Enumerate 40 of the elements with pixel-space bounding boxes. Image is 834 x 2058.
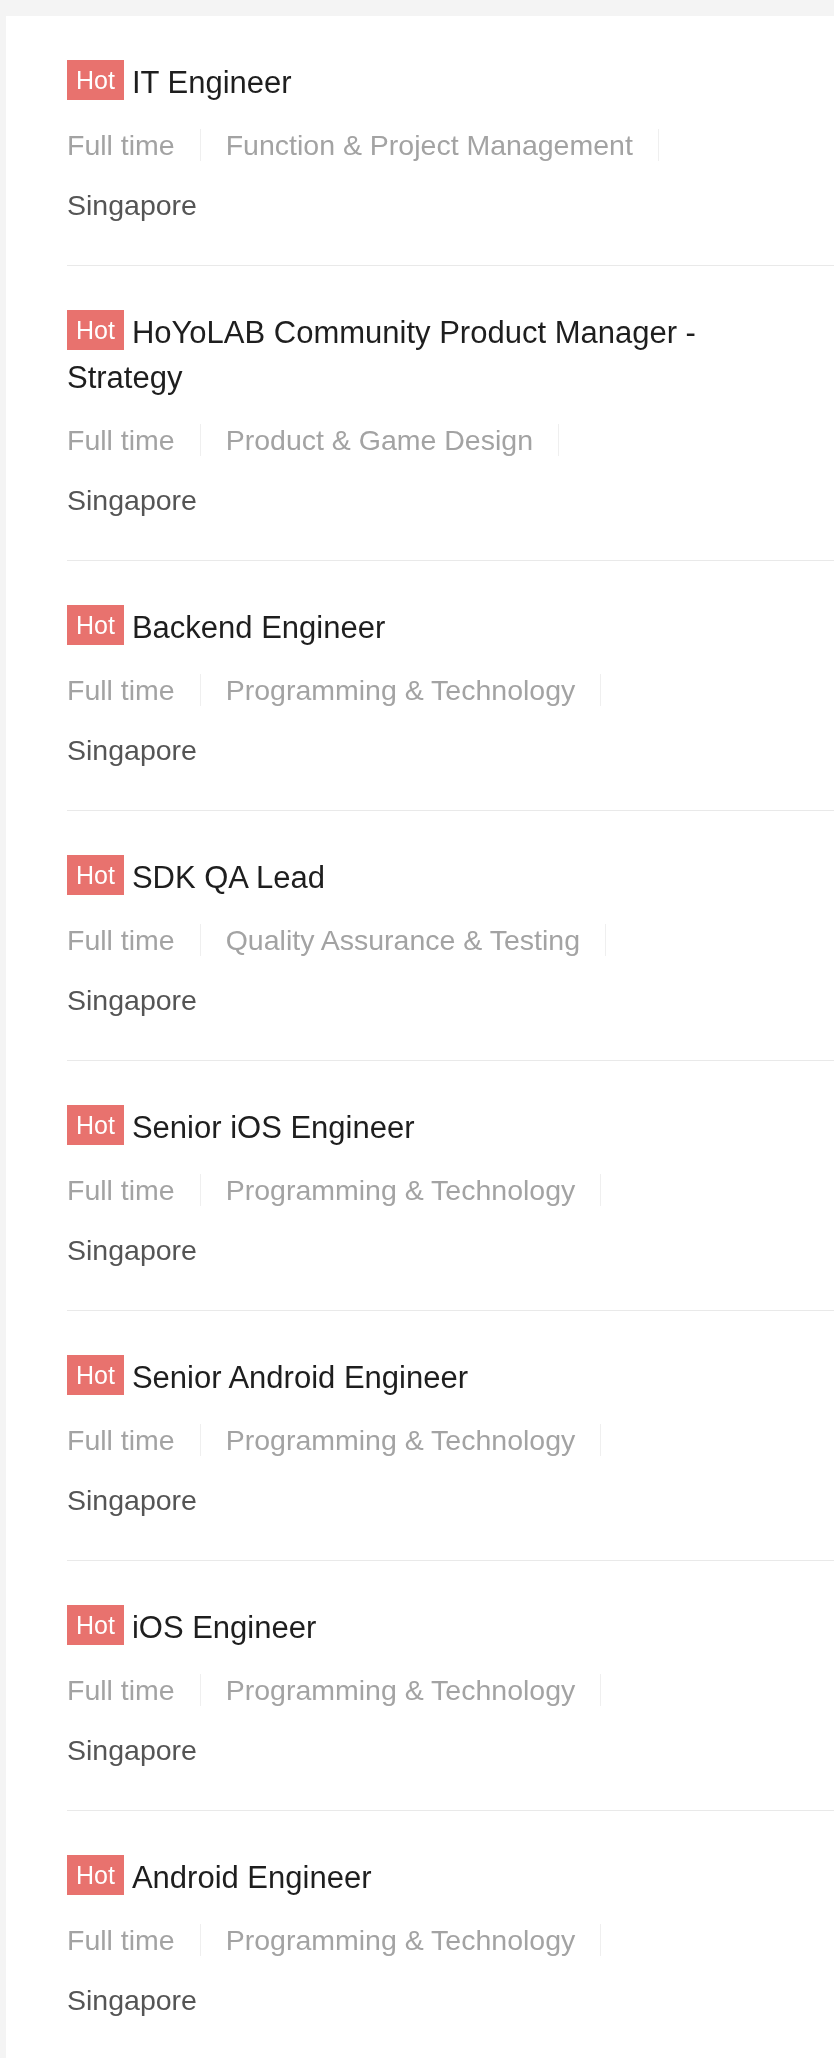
job-location-label: Singapore: [67, 1234, 197, 1266]
job-location-label: Singapore: [67, 734, 197, 766]
job-category-label: Programming & Technology: [225, 1923, 576, 1958]
job-location-label: Singapore: [67, 189, 197, 221]
hot-badge: Hot: [67, 855, 124, 895]
employment-type-label: Full time: [67, 128, 175, 163]
employment-type-label: Full time: [67, 423, 175, 458]
employment-type-label: Full time: [67, 1923, 175, 1958]
job-title[interactable]: Hot Senior Android Engineer: [67, 1355, 468, 1400]
employment-type-label: Full time: [67, 673, 175, 708]
hot-badge: Hot: [67, 60, 124, 100]
employment-type-label: Full time: [67, 1423, 175, 1458]
job-title[interactable]: Hot Android Engineer: [67, 1855, 372, 1900]
job-location-label: Singapore: [67, 1484, 197, 1516]
employment-type-label: Full time: [67, 923, 175, 958]
job-title[interactable]: Hot Senior iOS Engineer: [67, 1105, 415, 1150]
job-location-label: Singapore: [67, 984, 197, 1016]
job-title[interactable]: Hot iOS Engineer: [67, 1605, 317, 1650]
job-category-label: Function & Project Management: [225, 128, 633, 163]
job-category-label: Programming & Technology: [225, 673, 576, 708]
hot-badge: Hot: [67, 310, 124, 350]
hot-badge: Hot: [67, 1855, 124, 1895]
job-category-label: Programming & Technology: [225, 1173, 576, 1208]
job-category-label: Product & Game Design: [225, 423, 533, 458]
job-category-label: Programming & Technology: [225, 1673, 576, 1708]
job-category-label: Programming & Technology: [225, 1423, 576, 1458]
hot-badge: Hot: [67, 1105, 124, 1145]
job-category-label: Quality Assurance & Testing: [225, 923, 581, 958]
job-title[interactable]: Hot Backend Engineer: [67, 605, 386, 650]
job-location-label: Singapore: [67, 1734, 197, 1766]
hot-badge: Hot: [67, 1355, 124, 1395]
job-title[interactable]: Hot HoYoLAB Community Product Manager - Strategy: [67, 310, 727, 400]
job-location-label: Singapore: [67, 1984, 197, 2016]
job-title[interactable]: Hot IT Engineer: [67, 60, 292, 105]
job-title[interactable]: Hot SDK QA Lead: [67, 855, 325, 900]
employment-type-label: Full time: [67, 1173, 175, 1208]
job-location-label: Singapore: [67, 484, 197, 516]
hot-badge: Hot: [67, 605, 124, 645]
employment-type-label: Full time: [67, 1673, 175, 1708]
hot-badge: Hot: [67, 1605, 124, 1645]
